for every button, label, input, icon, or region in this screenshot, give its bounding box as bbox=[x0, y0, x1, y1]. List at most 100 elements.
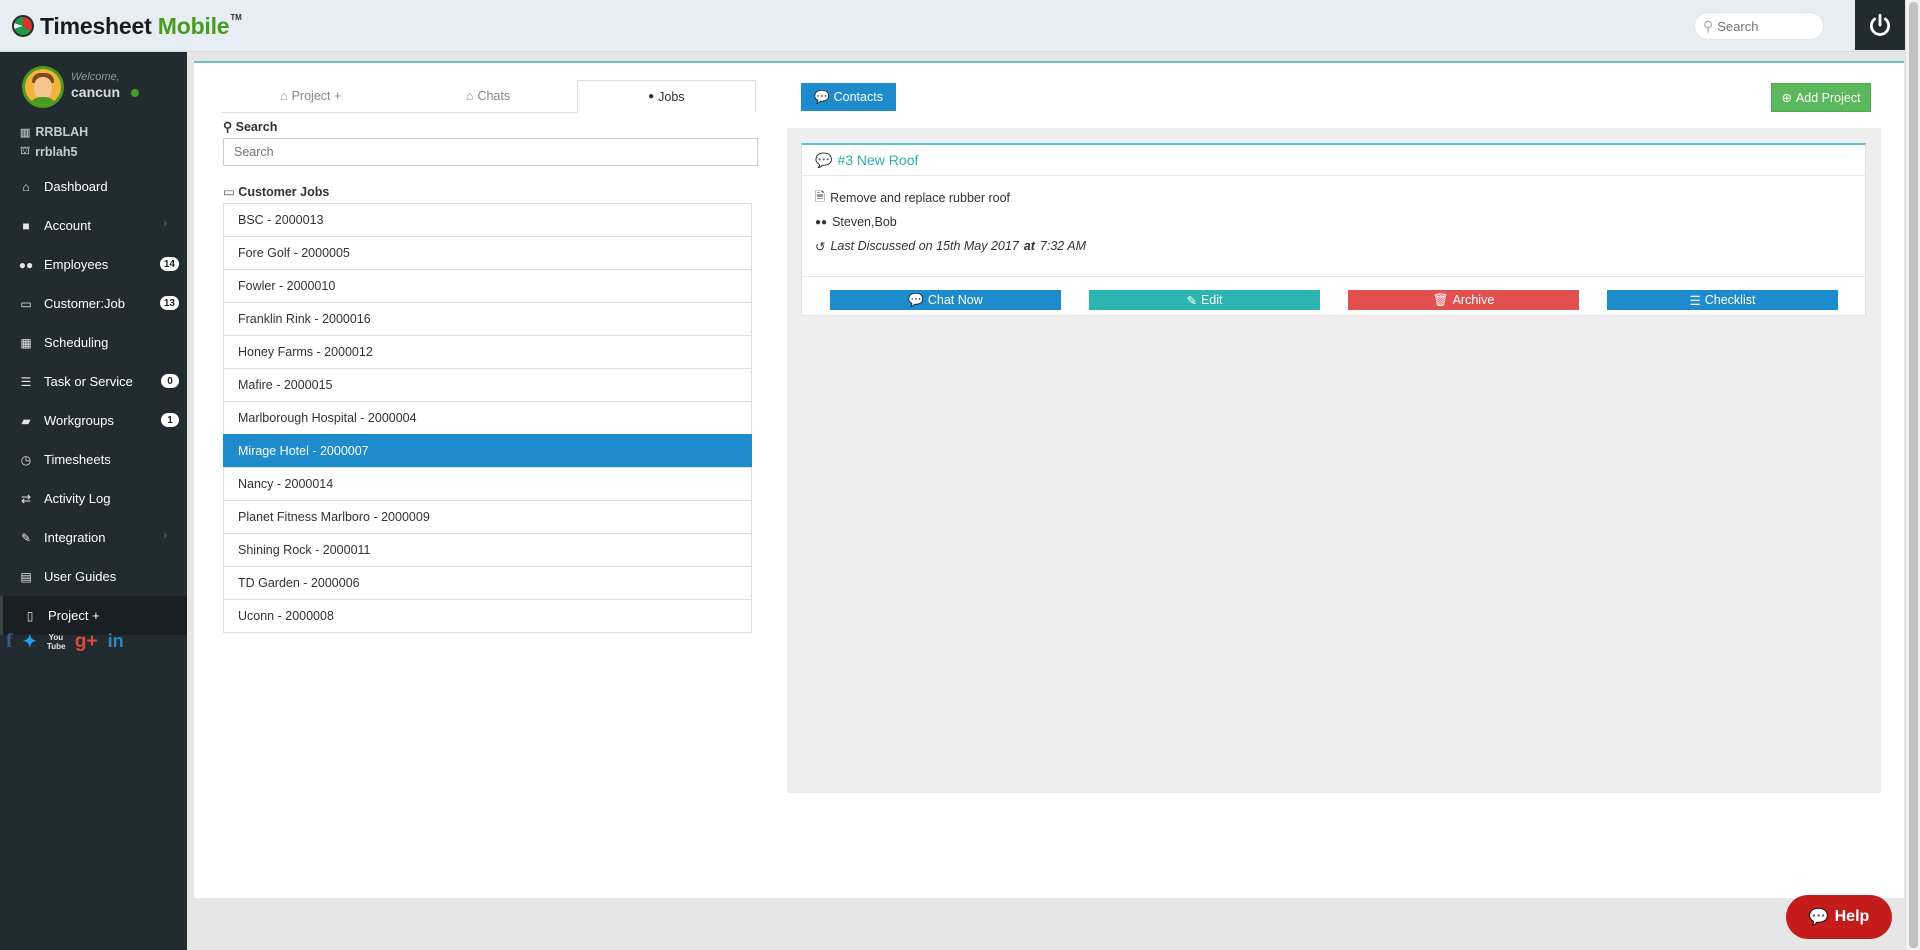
page-scrollbar[interactable] bbox=[1905, 0, 1920, 950]
file-text-icon: 🗎 bbox=[815, 189, 826, 204]
logo-text: Timesheet MobileTM bbox=[40, 12, 242, 39]
sidebar-item-user-guides[interactable]: ▤ User Guides bbox=[0, 557, 187, 596]
customer-jobs-heading: ▭ Customer Jobs bbox=[223, 185, 330, 199]
sidebar-item-timesheets[interactable]: ◷ Timesheets bbox=[0, 440, 187, 479]
main-content: ⌂ Project + ⌂ Chats ● Jobs ⚲ Search ▭ Cu… bbox=[194, 61, 1904, 898]
list-item[interactable]: Franklin Rink - 2000016 bbox=[223, 302, 752, 336]
laptop-icon: ▭ bbox=[223, 185, 235, 199]
plug-icon: ✎ bbox=[20, 530, 32, 545]
user-profile: Welcome, cancun bbox=[0, 52, 187, 122]
youtube-icon[interactable]: You Tube bbox=[47, 633, 66, 651]
folder-icon: ▰ bbox=[21, 413, 31, 428]
list-item[interactable]: Fowler - 2000010 bbox=[223, 269, 752, 303]
online-status-icon bbox=[131, 89, 139, 97]
edit-button[interactable]: ✎ Edit bbox=[1089, 290, 1320, 310]
project-title[interactable]: 💬 #3 New Roof bbox=[802, 145, 1865, 176]
search-icon: ⚲ bbox=[1703, 17, 1714, 34]
chat-now-button[interactable]: 💬 Chat Now bbox=[830, 290, 1061, 310]
employees-count-badge: 14 bbox=[159, 257, 179, 271]
avatar[interactable] bbox=[22, 66, 64, 108]
sidebar-item-task-or-service[interactable]: ☰ Task or Service 0 bbox=[0, 362, 187, 401]
account-name: ⛫ rrblah5 bbox=[20, 145, 78, 159]
top-bar: Timesheet MobileTM ⚲ bbox=[0, 0, 1920, 52]
power-icon bbox=[1869, 13, 1891, 36]
help-button[interactable]: 💬 Help bbox=[1786, 895, 1892, 939]
logout-button[interactable] bbox=[1855, 0, 1905, 50]
home-icon: ⌂ bbox=[22, 179, 30, 194]
username: cancun bbox=[71, 84, 121, 100]
sidebar-item-account[interactable]: ■ Account › bbox=[0, 206, 187, 245]
list-item-selected[interactable]: Mirage Hotel - 2000007 bbox=[223, 434, 752, 468]
list-item[interactable]: Nancy - 2000014 bbox=[223, 467, 752, 501]
twitter-icon[interactable]: ✦ bbox=[23, 632, 37, 652]
user-icon: ● bbox=[648, 91, 655, 102]
facebook-icon[interactable]: f bbox=[6, 630, 13, 653]
project-panel: 💬 #3 New Roof 🗎 Remove and replace rubbe… bbox=[787, 128, 1881, 793]
calendar-icon: ▦ bbox=[20, 335, 32, 350]
list-item[interactable]: Planet Fitness Marlboro - 2000009 bbox=[223, 500, 752, 534]
company-name: ▥ RRBLAH bbox=[20, 125, 89, 139]
comment-icon: 💬 bbox=[908, 292, 924, 307]
home-icon: ⌂ bbox=[465, 89, 474, 103]
list-item[interactable]: BSC - 2000013 bbox=[223, 203, 752, 237]
top-search-input[interactable] bbox=[1717, 18, 1808, 34]
building-icon: ▥ bbox=[20, 126, 31, 139]
clock-icon: ◷ bbox=[20, 452, 32, 467]
book-icon: ▤ bbox=[20, 569, 32, 584]
chevron-right-icon: › bbox=[163, 530, 167, 542]
chat-bubble-icon: 💬 bbox=[1808, 909, 1829, 926]
customer-job-count-badge: 13 bbox=[159, 296, 179, 310]
app-logo[interactable]: Timesheet MobileTM bbox=[12, 12, 242, 40]
sidebar: Welcome, cancun ▥ RRBLAH ⛫ rrblah5 ⌂ Das… bbox=[0, 52, 187, 950]
sidebar-item-customer-job[interactable]: ▭ Customer:Job 13 bbox=[0, 284, 187, 323]
list-item[interactable]: Mafire - 2000015 bbox=[223, 368, 752, 402]
history-icon: ↺ bbox=[815, 239, 826, 254]
job-search-input[interactable] bbox=[223, 138, 758, 166]
sidebar-item-dashboard[interactable]: ⌂ Dashboard bbox=[0, 167, 187, 206]
contacts-button[interactable]: 💬 Contacts bbox=[801, 83, 896, 111]
chevron-right-icon: › bbox=[163, 218, 167, 230]
tab-jobs[interactable]: ● Jobs bbox=[576, 80, 756, 113]
tab-chats[interactable]: ⌂ Chats bbox=[399, 80, 576, 112]
list-item[interactable]: TD Garden - 2000006 bbox=[223, 566, 752, 600]
checklist-button[interactable]: ☰ Checklist bbox=[1607, 290, 1838, 310]
list-icon: ☰ bbox=[20, 374, 32, 389]
project-actions: 💬 Chat Now ✎ Edit 🗑 Archive ☰ Checklist bbox=[830, 290, 1838, 310]
sidebar-item-workgroups[interactable]: ▰ Workgroups 1 bbox=[0, 401, 187, 440]
archive-button[interactable]: 🗑 Archive bbox=[1348, 290, 1579, 310]
home-icon: ⌂ bbox=[280, 89, 288, 103]
project-last-discussed: ↺ Last Discussed on 15th May 2017 at 7:3… bbox=[815, 239, 1087, 254]
list-icon: ☰ bbox=[1689, 293, 1701, 308]
tab-project-plus[interactable]: ⌂ Project + bbox=[222, 80, 399, 112]
search-label: ⚲ Search bbox=[223, 120, 278, 134]
sidebar-nav: ⌂ Dashboard ■ Account › ●● Employees 14 … bbox=[0, 167, 187, 635]
top-search[interactable]: ⚲ bbox=[1694, 12, 1824, 40]
sidebar-item-activity-log[interactable]: ⇄ Activity Log bbox=[0, 479, 187, 518]
project-members: ●● Steven,Bob bbox=[815, 215, 897, 229]
divider bbox=[802, 276, 1865, 277]
workgroups-count-badge: 1 bbox=[161, 413, 179, 427]
customer-job-list: BSC - 2000013 Fore Golf - 2000005 Fowler… bbox=[223, 203, 752, 633]
plus-circle-icon: ⊕ bbox=[1781, 91, 1792, 105]
comment-icon: 💬 bbox=[814, 89, 830, 104]
tab-bar: ⌂ Project + ⌂ Chats ● Jobs bbox=[222, 80, 756, 113]
list-item[interactable]: Fore Golf - 2000005 bbox=[223, 236, 752, 270]
task-count-badge: 0 bbox=[161, 374, 179, 388]
exchange-icon: ⇄ bbox=[20, 491, 32, 506]
list-item[interactable]: Shining Rock - 2000011 bbox=[223, 533, 752, 567]
welcome-text: Welcome, bbox=[71, 71, 120, 83]
sidebar-item-integration[interactable]: ✎ Integration › bbox=[0, 518, 187, 557]
search-icon: ⚲ bbox=[223, 120, 233, 134]
list-item[interactable]: Uconn - 2000008 bbox=[223, 599, 752, 633]
list-item[interactable]: Honey Farms - 2000012 bbox=[223, 335, 752, 369]
google-plus-icon[interactable]: g+ bbox=[75, 631, 98, 653]
sidebar-item-employees[interactable]: ●● Employees 14 bbox=[0, 245, 187, 284]
list-item[interactable]: Marlborough Hospital - 2000004 bbox=[223, 401, 752, 435]
comment-icon: 💬 bbox=[815, 151, 833, 168]
lock-icon: ■ bbox=[22, 218, 30, 233]
logo-icon bbox=[12, 15, 34, 37]
bank-icon: ⛫ bbox=[20, 145, 31, 157]
linkedin-icon[interactable]: in bbox=[108, 631, 124, 652]
add-project-button[interactable]: ⊕ Add Project bbox=[1771, 83, 1871, 112]
sidebar-item-scheduling[interactable]: ▦ Scheduling bbox=[0, 323, 187, 362]
